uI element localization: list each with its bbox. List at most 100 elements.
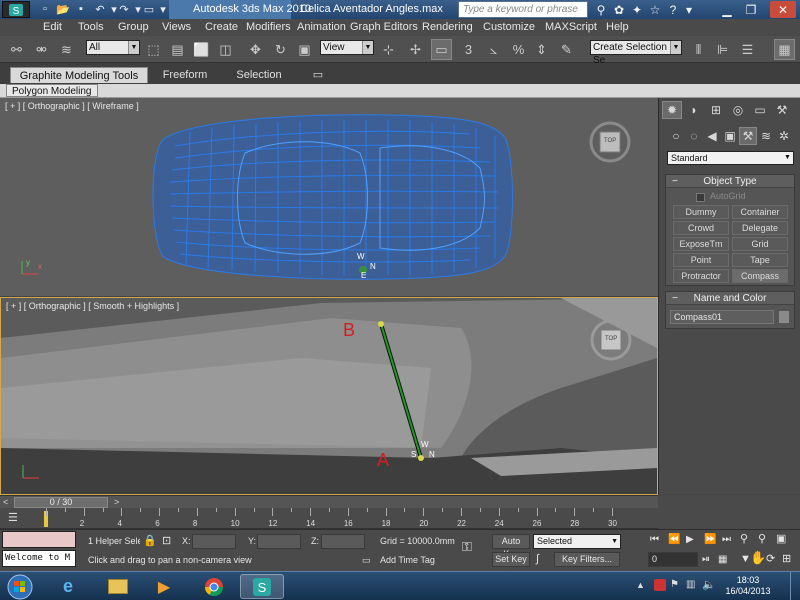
object-name-input[interactable]: Compass01 (670, 310, 774, 324)
geometry-icon[interactable]: ○ (667, 127, 685, 145)
new-file-icon[interactable]: ▫ (36, 1, 54, 17)
object-color-swatch[interactable] (778, 310, 790, 324)
show-desktop-button[interactable] (790, 572, 800, 600)
menu-maxscript[interactable]: MAXScript (545, 19, 597, 36)
open-file-icon[interactable]: 📂 (54, 1, 72, 17)
point-b-marker[interactable] (378, 321, 384, 327)
z-coordinate-field[interactable] (321, 534, 365, 549)
save-file-icon[interactable]: ▪ (72, 1, 90, 17)
snaps-toggle-button[interactable]: 3 (458, 39, 479, 60)
rectangle-selection-icon[interactable]: ⬜ (191, 39, 212, 60)
key-filters-button[interactable]: Key Filters... (554, 552, 620, 567)
lights-icon[interactable]: ◀ (703, 127, 721, 145)
helpers-icon[interactable]: ⚒ (739, 127, 757, 145)
orbit-icon[interactable]: ⟳ (766, 552, 775, 567)
tab-freeform[interactable]: Freeform (152, 67, 218, 83)
zoom-icon[interactable]: ⚲ (740, 532, 748, 547)
auto-key-button[interactable]: Auto Key (492, 534, 530, 559)
play-icon[interactable]: ▶ (686, 532, 694, 547)
tray-flag-icon[interactable]: ⚑ (670, 579, 679, 590)
menu-group[interactable]: Group (118, 19, 149, 36)
taskbar-3dsmax[interactable]: S (240, 574, 284, 599)
clock[interactable]: 18:03 16/04/2013 (720, 575, 776, 597)
object-type-header[interactable]: − Object Type (666, 175, 794, 188)
favorites-icon[interactable]: ☆ (646, 1, 664, 18)
angle-snap-icon[interactable]: ⦣ (483, 39, 504, 60)
menu-help[interactable]: Help (606, 19, 629, 36)
layer-manager-icon[interactable]: ☰ (737, 39, 758, 60)
align-icon[interactable]: ⊫ (712, 39, 733, 60)
shapes-icon[interactable]: ◌ (685, 127, 703, 145)
y-coordinate-field[interactable] (257, 534, 301, 549)
current-frame-field[interactable]: 0 (648, 552, 698, 567)
tab-graphite-modeling-tools[interactable]: Graphite Modeling Tools (10, 67, 148, 83)
systems-icon[interactable]: ✲ (775, 127, 793, 145)
subscription-icon[interactable]: ✿ (610, 1, 628, 18)
key-mode-toggle-icon[interactable]: ⏯ (702, 552, 710, 567)
maxscript-listener-mini[interactable] (2, 531, 76, 548)
key-icon[interactable]: ⚿ (462, 539, 472, 554)
tab-selection[interactable]: Selection (226, 67, 292, 83)
tray-icon-1[interactable] (654, 579, 666, 591)
tab-polygon-modeling[interactable]: Polygon Modeling (6, 84, 98, 97)
reference-coordinate-dropdown[interactable]: View ▼ (320, 40, 374, 55)
search-icon[interactable]: ⚲ (592, 1, 610, 18)
exposetm-button[interactable]: ExposeTm (673, 237, 729, 251)
menu-graph-editors[interactable]: Graph Editors (350, 19, 418, 36)
front-viewport-label[interactable]: [ + ] [ Orthographic ] [ Smooth + Highli… (6, 301, 179, 311)
protractor-button[interactable]: Protractor (673, 269, 729, 283)
point-a-marker[interactable] (418, 455, 424, 461)
menu-create[interactable]: Create (205, 19, 238, 36)
menu-tools[interactable]: Tools (78, 19, 104, 36)
tape-button[interactable]: Tape (732, 253, 788, 267)
unlink-icon[interactable]: ⚮ (31, 39, 52, 60)
start-button[interactable] (0, 574, 40, 599)
display-tab-icon[interactable]: ▭ (750, 101, 770, 119)
taskbar-internet-explorer[interactable]: e (46, 574, 90, 599)
named-selection-dropdown[interactable]: Create Selection Se ▼ (590, 40, 682, 66)
key-tangent-icon[interactable]: ∫ (536, 552, 539, 567)
lock-icon[interactable]: 🔒 (143, 534, 157, 549)
prev-key-icon[interactable]: ⏪ (668, 532, 680, 547)
spinner-snap-icon[interactable]: ⇕ (531, 39, 552, 60)
next-key-icon[interactable]: ⏩ (704, 532, 716, 547)
taskbar-media-player[interactable]: ▶ (142, 574, 186, 599)
keyboard-shortcut-override-icon[interactable]: ▭ (431, 39, 452, 60)
mirror-icon[interactable]: ⫴ (688, 39, 709, 60)
select-object-icon[interactable]: ⬚ (143, 39, 164, 60)
key-mode-dropdown[interactable]: Selected ▼ (533, 534, 621, 549)
set-key-button[interactable]: Set Key (492, 552, 530, 567)
grid-button[interactable]: Grid (732, 237, 788, 251)
add-time-tag-button[interactable]: Add Time Tag (380, 553, 435, 568)
container-button[interactable]: Container (732, 205, 788, 219)
utilities-tab-icon[interactable]: ⚒ (772, 101, 792, 119)
menu-edit[interactable]: Edit (43, 19, 62, 36)
select-move-icon[interactable]: ✥ (245, 39, 266, 60)
taskbar-explorer[interactable] (96, 574, 140, 599)
compass-button[interactable]: Compass (732, 269, 788, 283)
app-logo-button[interactable]: S (2, 1, 30, 18)
cameras-icon[interactable]: ▣ (721, 127, 739, 145)
ribbon-minimize-icon[interactable]: ▭ (312, 67, 324, 83)
create-tab-icon[interactable]: ✹ (662, 101, 682, 119)
percent-snap-icon[interactable]: % (508, 39, 529, 60)
communication-icon[interactable]: ✦ (628, 1, 646, 18)
motion-tab-icon[interactable]: ◎ (728, 101, 748, 119)
zoom-extents-icon[interactable]: ▣ (776, 532, 786, 547)
hierarchy-tab-icon[interactable]: ⊞ (706, 101, 726, 119)
bind-space-warp-icon[interactable]: ≋ (56, 39, 77, 60)
viewcube-top[interactable]: TOP (586, 118, 634, 166)
absolute-mode-icon[interactable]: ⊡ (162, 534, 171, 549)
select-manipulate-icon[interactable]: ✢ (405, 39, 426, 60)
crowd-button[interactable]: Crowd (673, 221, 729, 235)
zoom-all-icon[interactable]: ⚲ (758, 532, 766, 547)
time-config-icon[interactable]: ▦ (718, 552, 727, 567)
next-frame-icon[interactable]: > (114, 497, 119, 507)
track-bar[interactable]: ☰ 2 4 6 8 10 12 14 16 18 20 22 24 26 28 30 (0, 508, 658, 529)
front-viewport[interactable]: [ + ] [ Orthographic ] [ Smooth + Highli… (0, 297, 658, 495)
time-slider-knob[interactable]: 0 / 30 (14, 497, 108, 508)
minimize-icon[interactable]: ▁ (718, 1, 736, 18)
search-input[interactable]: Type a keyword or phrase (458, 1, 588, 18)
select-scale-icon[interactable]: ▣ (294, 39, 315, 60)
mini-curve-editor-icon[interactable]: ☰ (8, 511, 26, 526)
